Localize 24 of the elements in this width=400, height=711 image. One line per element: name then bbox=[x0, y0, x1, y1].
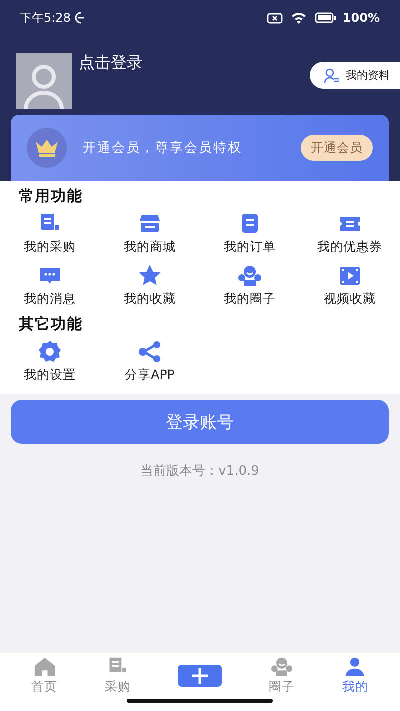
tab-item[interactable]: 圈子 bbox=[269, 656, 296, 696]
menu-item[interactable]: 我的优惠券 bbox=[318, 239, 382, 256]
menu-item[interactable]: 我的圈子 bbox=[224, 291, 276, 308]
menu-item[interactable]: 我的订单 bbox=[224, 239, 276, 256]
menu-item[interactable]: 我的收藏 bbox=[124, 291, 176, 308]
login-link[interactable]: 点击登录 bbox=[79, 53, 143, 74]
section-title: 常用功能 bbox=[18, 186, 84, 207]
tab-item[interactable]: 采购 bbox=[104, 656, 131, 696]
tab-item[interactable]: 首页 bbox=[32, 656, 58, 696]
menu-item[interactable]: 视频收藏 bbox=[324, 291, 376, 308]
profile-button[interactable]: 我的资料 bbox=[310, 62, 400, 89]
join-member-button[interactable]: 开通会员 bbox=[301, 135, 373, 161]
menu-item[interactable]: 我的采购 bbox=[24, 239, 76, 256]
menu-item[interactable]: 分享APP bbox=[125, 367, 175, 384]
section-title: 其它功能 bbox=[18, 314, 84, 335]
tab-item[interactable]: 我的 bbox=[342, 656, 368, 696]
login-button[interactable]: 登录账号 bbox=[11, 400, 389, 444]
menu-item[interactable]: 我的设置 bbox=[24, 367, 76, 384]
status-time: 下午5:28 bbox=[20, 10, 71, 26]
menu-item[interactable]: 我的消息 bbox=[24, 291, 76, 308]
member-promo-text: 开通会员，尊享会员特权 bbox=[83, 140, 244, 157]
battery-level: 100% bbox=[342, 11, 380, 25]
menu-item[interactable]: 我的商城 bbox=[124, 239, 176, 256]
version-text: 当前版本号：v1.0.9 bbox=[140, 463, 260, 480]
